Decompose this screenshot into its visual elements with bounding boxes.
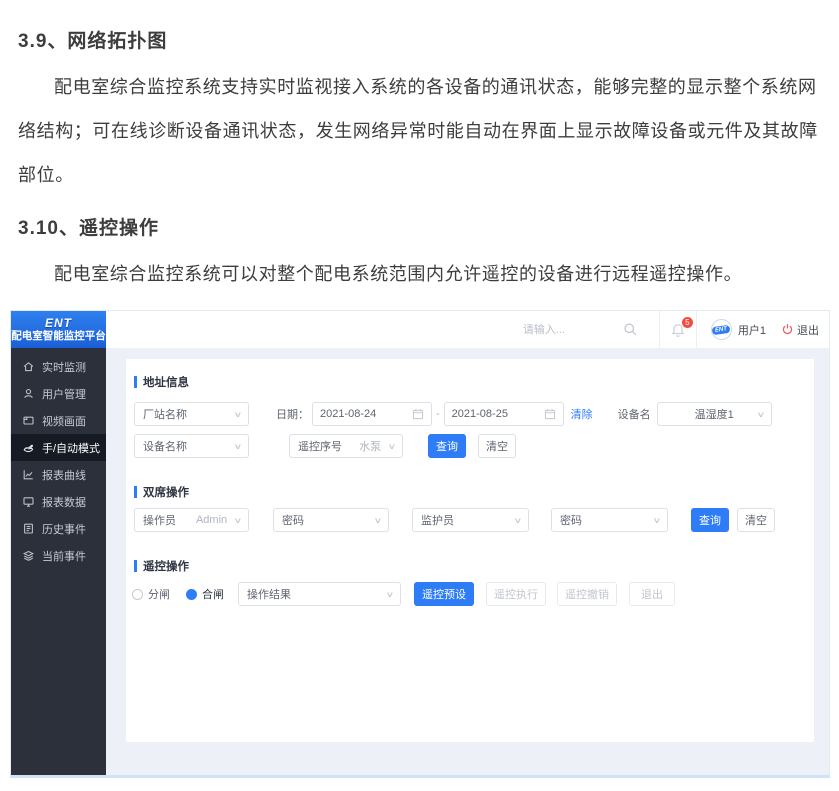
hand-icon (22, 441, 35, 454)
remote-preset-button[interactable]: 遥控预设 (414, 582, 474, 606)
app-screenshot: ENT 配电室智能监控平台 实时监测 用户管理 视频画面 (10, 310, 830, 778)
search-box[interactable] (523, 322, 649, 337)
date-from-input[interactable]: 2021-08-24 (312, 402, 432, 426)
user-menu[interactable]: ENT 用户1 (711, 319, 766, 340)
device-label: 设备名 (618, 406, 651, 422)
address-section-title: 地址信息 (134, 374, 814, 390)
sidebar-item-label: 手/自动模式 (42, 440, 100, 456)
search-icon[interactable] (623, 322, 638, 337)
remote-revoke-button[interactable]: 遥控撤销 (557, 582, 617, 606)
dual-row: 操作员 Admin ∨ 密码 ∨ 监护员 ∨ 密码 ∨ (134, 508, 814, 532)
monitor-icon (22, 495, 35, 508)
guardian-select[interactable]: 监护员 ∨ (412, 508, 529, 532)
topbar-divider (696, 311, 697, 348)
chevron-down-icon: ∨ (380, 590, 395, 599)
radio-circle-checked-icon (186, 589, 197, 600)
section-bar (134, 486, 137, 498)
sidebar-item-report-curves[interactable]: 报表曲线 (11, 461, 106, 488)
date-separator: - (436, 408, 440, 420)
chevron-down-icon: ∨ (368, 516, 383, 525)
remote-row: 分闸 合闸 操作结果 ∨ 遥控预设 遥控执行 遥控撤销 退出 (134, 582, 814, 606)
address-row-1: 厂站名称 ∨ 日期： 2021-08-24 - 2021-08-25 (134, 402, 814, 426)
device-select[interactable]: 温湿度1 ∨ (657, 402, 772, 426)
chevron-down-icon: ∨ (382, 442, 397, 451)
date-label: 日期： (276, 406, 309, 422)
address-row-2: 设备名称 ∨ 遥控序号 水泵 ∨ 查询 清空 (134, 434, 814, 458)
remote-execute-button[interactable]: 遥控执行 (486, 582, 546, 606)
chevron-down-icon: ∨ (508, 516, 523, 525)
notification-badge: 5 (682, 317, 693, 328)
dual-section-title: 双席操作 (134, 484, 814, 500)
power-icon (781, 323, 794, 336)
remote-section-title: 遥控操作 (134, 558, 814, 574)
station-select[interactable]: 厂站名称 ∨ (134, 402, 249, 426)
dual-query-button[interactable]: 查询 (691, 508, 729, 532)
guardian-password-select[interactable]: 密码 ∨ (551, 508, 668, 532)
address-query-button[interactable]: 查询 (428, 434, 466, 458)
dual-reset-button[interactable]: 清空 (737, 508, 775, 532)
section-bar (134, 560, 137, 572)
sidebar-item-label: 用户管理 (42, 386, 86, 402)
app-logo: ENT 配电室智能监控平台 (11, 311, 106, 348)
layers-icon (22, 549, 35, 562)
form-card: 地址信息 厂站名称 ∨ 日期： 2021-08-24 - (126, 359, 814, 742)
username: 用户1 (738, 322, 766, 338)
sidebar-item-label: 视频画面 (42, 413, 86, 429)
history-icon (22, 522, 35, 535)
sidebar-item-label: 报表曲线 (42, 467, 86, 483)
sidebar-item-label: 实时监测 (42, 359, 86, 375)
brand-logo: ENT (45, 317, 72, 330)
chevron-down-icon: ∨ (647, 516, 662, 525)
sidebar-item-label: 报表数据 (42, 494, 86, 510)
topbar: 5 ENT 用户1 退出 (106, 311, 829, 348)
logout-button[interactable]: 退出 (781, 322, 819, 338)
section-paragraph-3-9: 配电室综合监控系统支持实时监视接入系统的各设备的通讯状态，能够完整的显示整个系统… (18, 65, 821, 197)
operation-result-select[interactable]: 操作结果 ∨ (238, 582, 401, 606)
calendar-icon (544, 408, 556, 420)
sidebar-nav: 实时监测 用户管理 视频画面 手/自动模式 (11, 348, 106, 569)
sidebar-item-manual-auto-mode[interactable]: 手/自动模式 (11, 434, 106, 461)
sidebar-item-history-events[interactable]: 历史事件 (11, 515, 106, 542)
video-icon (22, 414, 35, 427)
section-heading-3-10: 3.10、遥控操作 (18, 213, 821, 240)
sidebar-item-label: 历史事件 (42, 521, 86, 537)
radio-open[interactable]: 分闸 (132, 586, 170, 602)
chevron-down-icon: ∨ (228, 516, 243, 525)
device-name-select[interactable]: 设备名称 ∨ (134, 434, 249, 458)
section-bar (134, 376, 137, 388)
section-heading-3-9: 3.9、网络拓扑图 (18, 26, 821, 53)
clear-dates-link[interactable]: 清除 (571, 406, 593, 422)
sidebar-item-realtime[interactable]: 实时监测 (11, 353, 106, 380)
sidebar: ENT 配电室智能监控平台 实时监测 用户管理 视频画面 (11, 311, 106, 775)
date-to-input[interactable]: 2021-08-25 (444, 402, 564, 426)
chevron-down-icon: ∨ (228, 442, 243, 451)
operator-select[interactable]: 操作员 Admin ∨ (134, 508, 249, 532)
address-reset-button[interactable]: 清空 (478, 434, 516, 458)
home-icon (22, 360, 35, 373)
sidebar-item-report-data[interactable]: 报表数据 (11, 488, 106, 515)
remote-seq-select[interactable]: 遥控序号 水泵 ∨ (289, 434, 403, 458)
app-title: 配电室智能监控平台 (11, 330, 106, 342)
chevron-down-icon: ∨ (750, 410, 765, 419)
calendar-icon (412, 408, 424, 420)
sidebar-item-users[interactable]: 用户管理 (11, 380, 106, 407)
topbar-divider (659, 311, 660, 348)
content-area: 地址信息 厂站名称 ∨ 日期： 2021-08-24 - (106, 348, 829, 775)
chevron-down-icon: ∨ (228, 410, 243, 419)
notification-bell[interactable]: 5 (670, 321, 686, 339)
manual-page: 3.9、网络拓扑图 配电室综合监控系统支持实时监视接入系统的各设备的通讯状态，能… (0, 0, 839, 296)
section-paragraph-3-10: 配电室综合监控系统可以对整个配电系统范围内允许遥控的设备进行远程遥控操作。 (18, 252, 821, 296)
sidebar-item-current-events[interactable]: 当前事件 (11, 542, 106, 569)
radio-circle-icon (132, 589, 143, 600)
remote-exit-button[interactable]: 退出 (629, 582, 675, 606)
operator-password-select[interactable]: 密码 ∨ (273, 508, 389, 532)
sidebar-item-video[interactable]: 视频画面 (11, 407, 106, 434)
search-input[interactable] (523, 324, 623, 336)
radio-close[interactable]: 合闸 (186, 586, 224, 602)
avatar: ENT (711, 319, 732, 340)
main-area: 5 ENT 用户1 退出 地址信息 厂站名称 (106, 311, 829, 775)
user-icon (22, 387, 35, 400)
sidebar-item-label: 当前事件 (42, 548, 86, 564)
chart-line-icon (22, 468, 35, 481)
